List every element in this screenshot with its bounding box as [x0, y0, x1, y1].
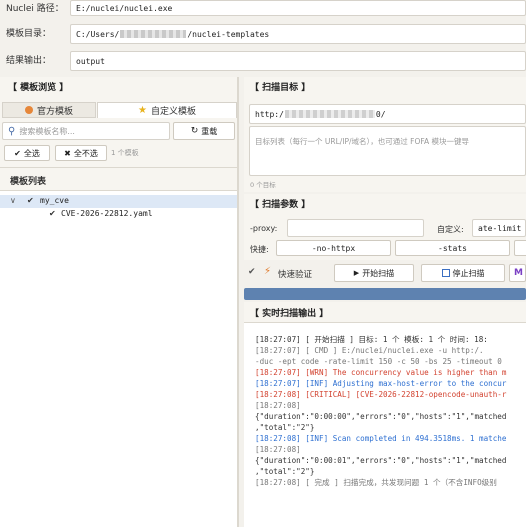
select-all-button[interactable]: ✔ 全选: [4, 145, 50, 161]
target-list-textarea[interactable]: 目标列表（每行一个 URL/IP/域名），也可通过 FOFA 模块一键导: [249, 126, 526, 176]
template-dir-input[interactable]: C:/Users/ /nuclei-templates: [70, 24, 526, 44]
nuclei-path-label: Nuclei 路径：: [6, 4, 64, 14]
quick-stats-button[interactable]: -stats: [395, 240, 510, 256]
redacted-username: [120, 30, 187, 38]
refresh-icon: ↻: [190, 126, 199, 136]
divider: [0, 167, 237, 168]
tab-custom-templates[interactable]: ★ 自定义模板: [97, 102, 237, 118]
check-icon: ✔: [14, 148, 21, 158]
log-line: -duc -ept code -rate-limit 150 -c 50 -bs…: [255, 357, 502, 366]
log-line: [18:27:08]: [255, 445, 301, 454]
scan-progress-bar: [244, 288, 526, 300]
lightning-icon: ⚡: [264, 266, 272, 277]
output-input[interactable]: output: [70, 51, 526, 71]
tab-official-templates[interactable]: 官方模板: [2, 102, 96, 118]
tree-folder-label: my_cve: [40, 196, 69, 205]
custom-args-label: 自定义:: [437, 225, 464, 234]
log-line: [18:27:07] [ CMD ] E:/nuclei/nuclei.exe …: [255, 346, 484, 355]
log-line: [18:27:08]: [255, 401, 301, 410]
scan-output-title: 【 实时扫描输出 】: [250, 309, 329, 319]
log-line: ,"total":"2"}: [255, 423, 315, 432]
check-icon: ✔: [248, 267, 256, 277]
custom-args-input[interactable]: ate-limit: [472, 219, 526, 237]
export-button[interactable]: M: [509, 264, 526, 282]
log-line: [18:27:08] [INF] Scan completed in 494.3…: [255, 434, 507, 443]
quick-no-httpx-button[interactable]: -no-httpx: [276, 240, 391, 256]
template-count: 1 个模板: [111, 149, 139, 157]
output-label: 结果输出：: [6, 56, 52, 66]
tree-folder-row[interactable]: [0, 195, 237, 208]
template-browser-title: 【 模板浏览 】: [8, 83, 69, 93]
stop-scan-button[interactable]: 停止扫描: [421, 264, 505, 282]
template-search-input[interactable]: ⚲ 搜索模板名称...: [2, 122, 170, 140]
log-line: [18:27:08] [ 完成 ] 扫描完成，共发现问题 1 个（不含INFO级…: [255, 478, 497, 487]
start-scan-button[interactable]: ▶ 开始扫描: [334, 264, 414, 282]
close-icon: ✖: [64, 148, 71, 158]
log-line: {"duration":"0:00:01","errors":"0","host…: [255, 456, 507, 465]
chevron-down-icon[interactable]: ∨: [10, 196, 16, 205]
scan-log-lines: [18:27:07] [ 开始扫描 ] 目标: 1 个 模板: 1 个 时间: …: [255, 334, 526, 494]
scan-params-title: 【 扫描参数 】: [250, 200, 311, 210]
log-line: [18:27:07] [WRN] The concurrency value i…: [255, 368, 507, 377]
globe-icon: [24, 106, 33, 114]
search-icon: ⚲: [8, 125, 16, 137]
log-line: ,"total":"2"}: [255, 467, 315, 476]
log-line: {"duration":"0:00:00","errors":"0","host…: [255, 412, 507, 421]
quick-label: 快捷:: [250, 245, 269, 254]
target-count: 0 个目标: [250, 181, 276, 189]
log-line: [18:27:07] [INF] Adjusting max-host-erro…: [255, 379, 507, 388]
tree-file-label[interactable]: CVE-2026-22812.yaml: [61, 209, 153, 218]
redacted-host: [284, 110, 375, 118]
checkbox-checked-icon[interactable]: ✔: [27, 196, 34, 205]
checkbox-checked-icon[interactable]: ✔: [49, 209, 56, 218]
target-url-input[interactable]: http:/ 0/: [249, 104, 526, 124]
nuclei-path-input[interactable]: E:/nuclei/nuclei.exe: [70, 0, 526, 16]
stop-icon: [441, 269, 450, 277]
log-line: [18:27:08] [CRITICAL] [CVE-2026-22812-op…: [255, 390, 507, 399]
template-tree: [0, 191, 237, 527]
star-icon: ★: [138, 104, 147, 116]
splitter[interactable]: [237, 77, 239, 527]
template-dir-label: 模板目录：: [6, 29, 52, 39]
log-line: [18:27:07] [ 开始扫描 ] 目标: 1 个 模板: 1 个 时间: …: [255, 335, 488, 344]
reload-button[interactable]: ↻ 重载: [173, 122, 235, 140]
proxy-input[interactable]: [287, 219, 424, 237]
scan-target-title: 【 扫描目标 】: [250, 83, 311, 93]
play-icon: ▶: [353, 269, 360, 277]
export-icon: M: [514, 268, 523, 278]
quick-verify-button[interactable]: 快速验证: [278, 268, 312, 280]
deselect-all-button[interactable]: ✖ 全不选: [55, 145, 107, 161]
template-list-header: 模板列表: [10, 177, 47, 187]
proxy-label: -proxy:: [250, 224, 278, 233]
quick-more-button[interactable]: [514, 240, 526, 256]
